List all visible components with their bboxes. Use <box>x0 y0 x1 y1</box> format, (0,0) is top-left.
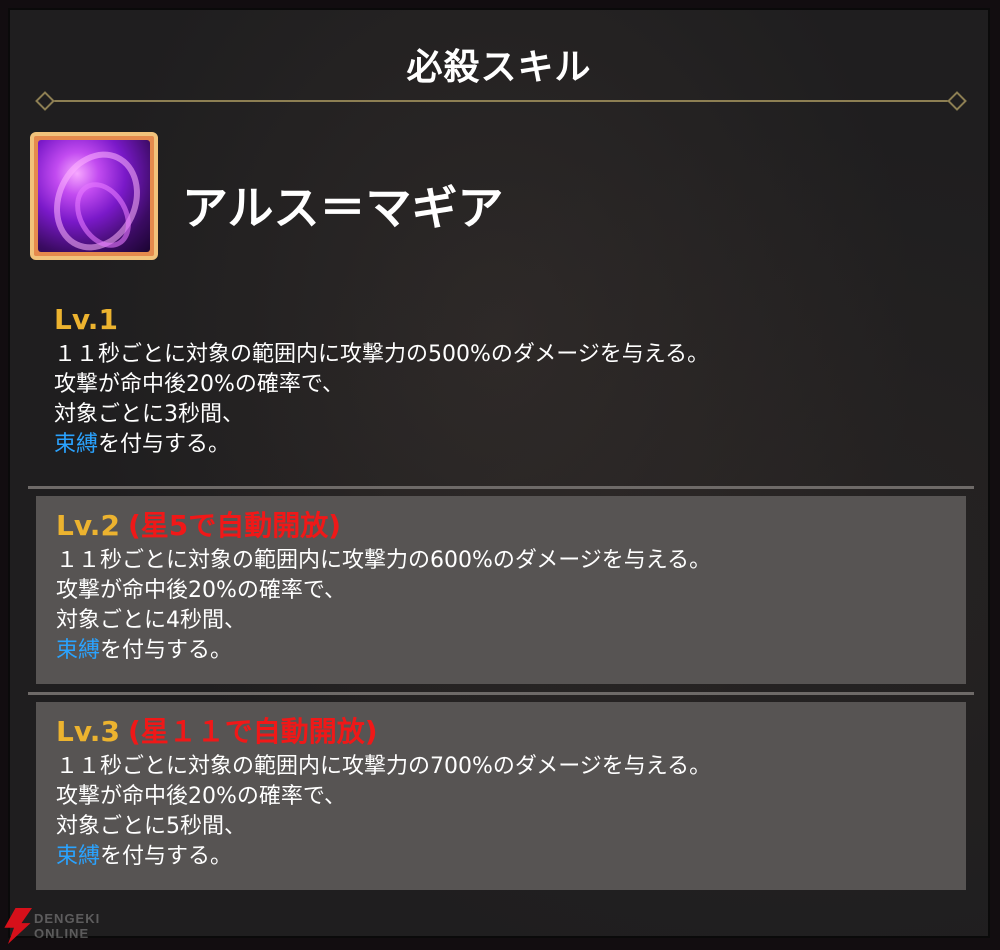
panel-title: 必殺スキル <box>406 47 592 88</box>
skill-panel: 必殺スキル アルス＝マギア Lv.1 １１秒ごとに対象の範囲内に攻撃力の500%… <box>8 8 990 938</box>
watermark-line-2: ONLINE <box>34 926 90 941</box>
level-2-line-4: 束縛を付与する。 <box>56 636 944 666</box>
level-1-line-4-rest: を付与する。 <box>98 432 231 457</box>
level-3-line-1: １１秒ごとに対象の範囲内に攻撃力の700%のダメージを与える。 <box>56 754 712 779</box>
level-2-line-1: １１秒ごとに対象の範囲内に攻撃力の600%のダメージを与える。 <box>56 548 712 573</box>
level-1-keyword: 束縛 <box>54 432 99 457</box>
level-3-line-4: 束縛を付与する。 <box>56 842 944 872</box>
skill-art-icon <box>38 140 150 252</box>
level-3-line-2: 攻撃が命中後20%の確率で、 <box>56 784 347 809</box>
level-3-block: Lv.3 (星１１で自動開放) １１秒ごとに対象の範囲内に攻撃力の700%のダメー… <box>36 702 966 890</box>
level-2-label: Lv.2 <box>56 509 120 542</box>
level-3-line-4-rest: を付与する。 <box>100 844 233 869</box>
lightning-bolt-icon <box>4 908 32 944</box>
dengeki-online-watermark: DENGEKI ONLINE <box>2 906 122 946</box>
level-2-header: Lv.2 (星5で自動開放) <box>56 506 944 546</box>
level-2-block: Lv.2 (星5で自動開放) １１秒ごとに対象の範囲内に攻撃力の600%のダメージ… <box>36 496 966 684</box>
level-3-label: Lv.3 <box>56 715 120 748</box>
level-1-label: Lv.1 <box>54 303 118 336</box>
title-divider <box>35 91 967 111</box>
level-2-keyword: 束縛 <box>56 638 101 663</box>
skill-icon <box>30 132 158 260</box>
divider-line <box>52 100 950 102</box>
skill-name: アルス＝マギア <box>182 181 504 235</box>
level-1-header: Lv.1 <box>36 300 976 340</box>
level-1-line-3: 対象ごとに3秒間、 <box>54 402 244 427</box>
level-separator-2 <box>28 692 974 695</box>
watermark-line-1: DENGEKI <box>34 911 101 926</box>
level-1-line-4: 束縛を付与する。 <box>36 430 976 460</box>
level-1-block: Lv.1 １１秒ごとに対象の範囲内に攻撃力の500%のダメージを与える。 攻撃が… <box>36 300 976 460</box>
level-2-unlock-condition: (星5で自動開放) <box>127 509 342 542</box>
level-2-line-2: 攻撃が命中後20%の確率で、 <box>56 578 347 603</box>
level-3-line-3: 対象ごとに5秒間、 <box>56 814 246 839</box>
level-3-unlock-condition: (星１１で自動開放) <box>127 715 378 748</box>
level-1-line-1: １１秒ごとに対象の範囲内に攻撃力の500%のダメージを与える。 <box>54 342 710 367</box>
divider-right-diamond-icon <box>947 91 967 111</box>
level-separator-1 <box>28 486 974 489</box>
level-2-line-3: 対象ごとに4秒間、 <box>56 608 246 633</box>
level-1-line-2: 攻撃が命中後20%の確率で、 <box>54 372 345 397</box>
level-3-header: Lv.3 (星１１で自動開放) <box>56 712 944 752</box>
level-3-keyword: 束縛 <box>56 844 101 869</box>
level-2-line-4-rest: を付与する。 <box>100 638 233 663</box>
divider-left-diamond-icon <box>35 91 55 111</box>
